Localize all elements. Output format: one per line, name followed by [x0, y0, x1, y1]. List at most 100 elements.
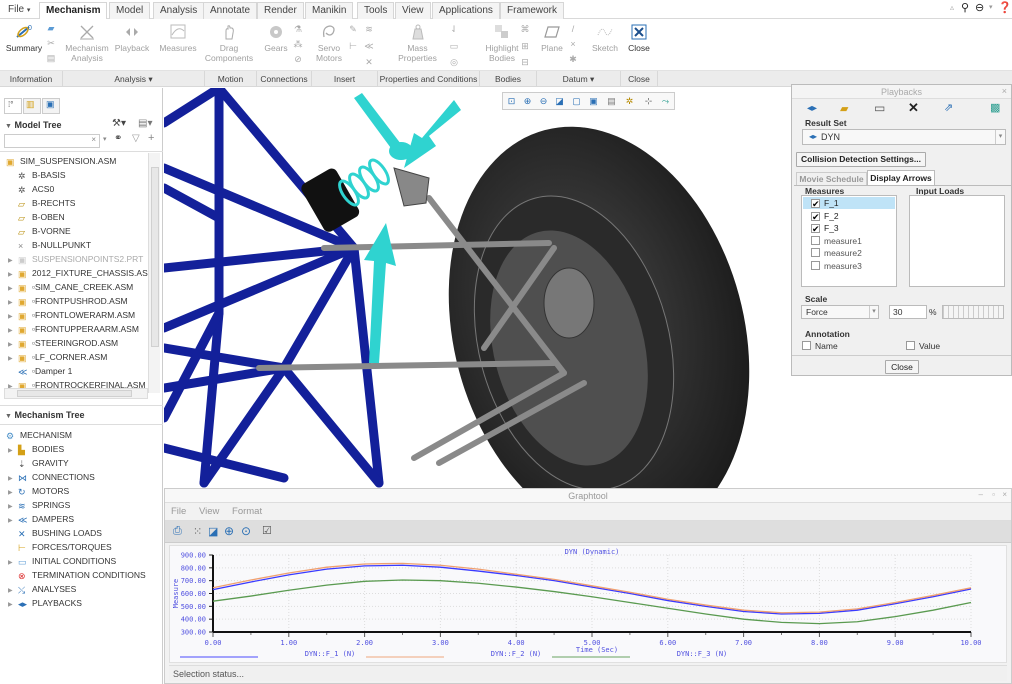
summary-sub-icon[interactable]: ▰ — [46, 23, 56, 33]
mechanism-tree-item[interactable]: ⚙ MECHANISM — [6, 428, 72, 442]
mechanism-tree-item[interactable]: ▶ ⋈ CONNECTIONS — [8, 470, 95, 484]
show-menu-icon[interactable]: ▤▾ — [138, 118, 152, 129]
tab-tools[interactable]: Tools — [357, 2, 395, 19]
refit-icon[interactable]: ⊡ — [505, 95, 518, 108]
tab-render[interactable]: Render — [257, 2, 304, 19]
annotation-value-checkbox[interactable]: Value — [906, 341, 940, 351]
spring-icon[interactable]: ≋ — [364, 24, 374, 34]
model-tree-item[interactable]: ▱ B-OBEN — [8, 210, 65, 224]
results-icon[interactable]: ▩ — [990, 101, 1000, 114]
model-tree-item[interactable]: ▶ ▣ 2012_FIXTURE_CHASSIS.ASM — [8, 266, 155, 280]
tab-movie-schedule[interactable]: Movie Schedule — [796, 172, 867, 185]
highlight-bodies-button[interactable]: Highlight Bodies — [482, 23, 522, 63]
delete-icon[interactable]: ✕ — [908, 100, 919, 116]
repaint-icon[interactable]: ◪ — [553, 95, 566, 108]
servo-motors-button[interactable]: Servo Motors — [311, 23, 347, 63]
folder-browser-tab[interactable]: ▥ — [23, 98, 41, 114]
checkbox[interactable]: ✔ — [811, 211, 820, 221]
community-icon[interactable]: ⊖ — [975, 1, 984, 14]
format-icon[interactable]: ☑ — [262, 524, 272, 537]
settings-tools-icon[interactable]: ⚒▾ — [112, 118, 126, 129]
play-icon[interactable]: ◂▸ — [807, 103, 817, 114]
coordinate-system-icon[interactable]: ✱ — [568, 54, 578, 64]
measure-item[interactable]: measure1 — [803, 235, 895, 247]
model-tree-item[interactable]: ▶ ▣ ▫FRONTUPPERAARM.ASM — [8, 322, 139, 336]
model-tree-item[interactable]: × B-NULLPUNKT — [8, 238, 91, 252]
maximize-icon[interactable]: ▫ — [992, 490, 995, 499]
help-icon[interactable]: ❓ — [998, 1, 1012, 14]
datum-point-icon[interactable]: × — [568, 39, 578, 49]
mechanism-tree-item[interactable]: ⊢ FORCES/TORQUES — [8, 540, 112, 554]
tab-analysis[interactable]: Analysis — [153, 2, 205, 19]
model-tree-item[interactable]: ▶ ▣ ▫LF_CORNER.ASM — [8, 350, 107, 364]
checkbox[interactable]: ✔ — [811, 224, 820, 234]
collision-detection-settings-button[interactable]: Collision Detection Settings... — [796, 152, 926, 167]
saved-orientations-icon[interactable]: ▣ — [587, 95, 600, 108]
chart-area[interactable]: DYN (Dynamic) 300.00 400.00 500.00 600.00 700… — [169, 545, 1007, 663]
close-icon[interactable]: × — [1002, 490, 1007, 499]
model-tree-item[interactable]: ✲ B-BASIS — [8, 168, 66, 182]
measure-item[interactable]: ✔ F_2 — [803, 210, 895, 222]
belt-icon[interactable]: ⊘ — [293, 54, 303, 64]
measure-item[interactable]: ✔ F_1 — [803, 197, 895, 209]
measures-list[interactable]: ✔ F_1 ✔ F_2 ✔ F_3 measure1 measure2 measure3 — [801, 195, 897, 287]
model-tree-item[interactable]: ▣ SIM_SUSPENSION.ASM — [6, 154, 116, 168]
mass-properties-button[interactable]: Mass Properties — [395, 23, 440, 63]
measure-item[interactable]: ✔ F_3 — [803, 222, 895, 234]
checkbox[interactable]: ✔ — [811, 199, 820, 209]
sketch-button[interactable]: Sketch — [590, 23, 620, 53]
favorites-tab[interactable]: ▣ — [42, 98, 60, 114]
add-column-icon[interactable]: + — [148, 132, 154, 144]
find-binoculars-icon[interactable]: ⚭ — [114, 133, 122, 144]
checkbox[interactable] — [811, 260, 820, 270]
repaint-icon[interactable]: ◪ — [208, 525, 218, 538]
model-tree-item[interactable]: ≪ ▫Damper 1 — [8, 364, 72, 378]
termination-icon[interactable]: ◎ — [449, 57, 459, 67]
zoom-out-icon[interactable]: ⊖ — [537, 95, 550, 108]
minimize-icon[interactable]: – — [979, 490, 983, 499]
mechanism-tree-item[interactable]: ⊗ TERMINATION CONDITIONS — [8, 568, 146, 582]
export-icon[interactable]: ⇗ — [944, 101, 953, 114]
clear-search-icon[interactable]: × — [91, 135, 96, 144]
menu-view[interactable]: View — [199, 506, 219, 517]
measure-item[interactable]: measure3 — [803, 260, 895, 272]
zoom-in-icon[interactable]: ⊕ — [521, 95, 534, 108]
mechanism-tree-item[interactable]: ▶ ◂▸ PLAYBACKS — [8, 596, 82, 610]
tab-display-arrows[interactable]: Display Arrows — [867, 170, 935, 185]
group-analysis[interactable]: Analysis ▾ — [63, 71, 205, 87]
bushing-icon[interactable]: ✕ — [364, 57, 374, 67]
scale-slider[interactable] — [942, 305, 1004, 319]
scale-type-select[interactable]: Force ▾ — [801, 305, 879, 319]
mechanism-tree-item[interactable]: ⇣ GRAVITY — [8, 456, 69, 470]
expand-arrow-icon[interactable]: ▶ — [8, 598, 18, 612]
model-tree-item[interactable]: ▶ ▣ SUSPENSIONPOINTS2.PRT — [8, 252, 143, 266]
input-loads-list[interactable] — [909, 195, 1005, 287]
model-tree-item[interactable]: ▶ ▣ ▫SIM_CANE_CREEK.ASM — [8, 280, 133, 294]
tab-view[interactable]: View — [395, 2, 431, 19]
model-tree-item[interactable]: ▱ B-VORNE — [8, 224, 71, 238]
force-motor-icon[interactable]: ✎ — [348, 24, 358, 34]
model-tree-item[interactable]: ✲ ACS0 — [8, 182, 54, 196]
model-tree-item[interactable]: ▶ ▣ ▫STEERINGROD.ASM — [8, 336, 118, 350]
playback-button[interactable]: Playback — [113, 23, 151, 53]
model-tree-item[interactable]: ▶ ▣ ▫FRONTPUSHROD.ASM — [8, 294, 128, 308]
force-torque-icon[interactable]: ⊢ — [348, 41, 358, 51]
menu-format[interactable]: Format — [232, 506, 262, 517]
search-icon[interactable]: ⚲ — [961, 1, 969, 14]
damper-icon[interactable]: ≪ — [364, 41, 374, 51]
mechanism-tree-item[interactable]: ✕ BUSHING LOADS — [8, 526, 102, 540]
tab-file[interactable]: File ▾ — [2, 2, 36, 19]
mechanism-tree-item[interactable]: ▶ ↻ MOTORS — [8, 484, 69, 498]
refit-icon[interactable]: ⊙ — [241, 524, 251, 538]
gravity-icon[interactable]: ⇃ — [449, 24, 459, 34]
cam-icon[interactable]: ⚗ — [293, 24, 303, 34]
reconnect-icon[interactable]: ⊞ — [520, 41, 530, 51]
report-sub-icon[interactable]: ▤ — [46, 53, 56, 63]
measures-button[interactable]: Measures — [157, 23, 199, 53]
filter-icon[interactable]: ▽ — [132, 133, 140, 144]
display-style-icon[interactable]: ▢ — [570, 95, 583, 108]
datum-axis-icon[interactable]: / — [568, 24, 578, 34]
close-icon[interactable]: × — [1002, 86, 1007, 96]
mechanism-tree-header[interactable]: ▼ Mechanism Tree — [0, 407, 163, 423]
scrollbar-thumb[interactable] — [17, 390, 132, 397]
